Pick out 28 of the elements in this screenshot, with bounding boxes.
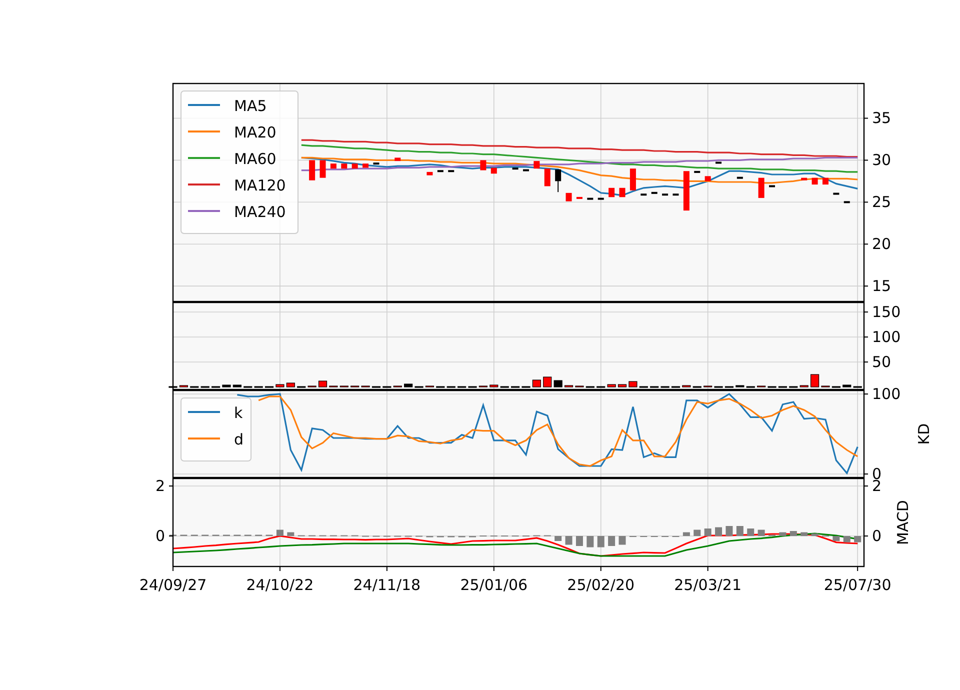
legend-label: MA20 bbox=[234, 124, 276, 142]
tick-label: 2 bbox=[155, 477, 165, 495]
tick-label: 24/09/27 bbox=[139, 576, 207, 594]
tick-label: 150 bbox=[872, 303, 901, 321]
tick-label: 0 bbox=[872, 527, 882, 545]
axis-label: KD bbox=[915, 423, 933, 445]
tick-label: 50 bbox=[872, 353, 892, 371]
tick-label: 0 bbox=[155, 527, 165, 545]
tick-label: 25/07/30 bbox=[824, 576, 892, 594]
tick-label: 100 bbox=[872, 328, 901, 346]
legend-label: MA120 bbox=[234, 176, 286, 194]
legend-label: d bbox=[234, 430, 244, 448]
tick-label: 25/03/21 bbox=[674, 576, 742, 594]
tick-label: 25/01/06 bbox=[460, 576, 528, 594]
tick-label: 25 bbox=[872, 193, 892, 212]
tick-label: 25/02/20 bbox=[567, 576, 635, 594]
axis-label: MACD bbox=[894, 500, 912, 545]
legend-label: MA5 bbox=[234, 97, 267, 115]
tick-label: 20 bbox=[872, 235, 892, 254]
tick-label: 24/10/22 bbox=[246, 576, 314, 594]
tick-label: 24/11/18 bbox=[353, 576, 421, 594]
tick-label: 35 bbox=[872, 109, 892, 128]
legend-label: k bbox=[234, 404, 243, 422]
tick-label: 15 bbox=[872, 277, 892, 296]
tick-label: 100 bbox=[872, 385, 901, 403]
tick-label: 30 bbox=[872, 151, 892, 170]
legend-label: MA60 bbox=[234, 150, 276, 168]
legend-label: MA240 bbox=[234, 203, 286, 221]
